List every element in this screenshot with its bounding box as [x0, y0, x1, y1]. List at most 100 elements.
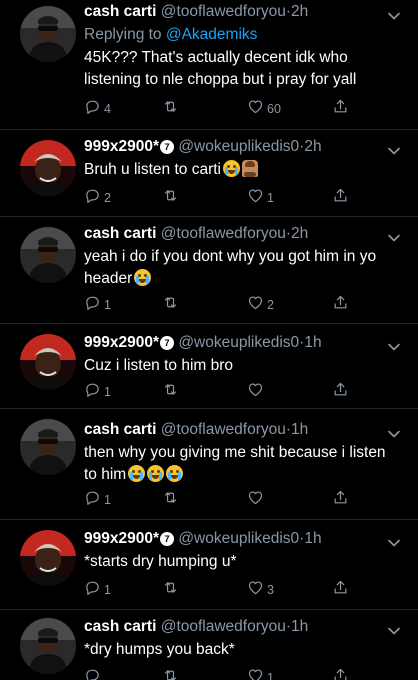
avatar[interactable]	[20, 334, 76, 390]
like-button[interactable]: 3	[247, 580, 274, 600]
chevron-down-icon[interactable]	[388, 230, 400, 242]
retweet-icon	[162, 381, 179, 403]
user-handle[interactable]: @wokeuplikedis0	[178, 334, 299, 351]
avatar[interactable]	[20, 618, 76, 674]
display-name[interactable]: cash carti	[84, 618, 156, 635]
like-button[interactable]: 2	[247, 295, 274, 315]
reply-count: 1	[104, 583, 111, 597]
share-button[interactable]	[332, 382, 349, 402]
avatar[interactable]	[20, 530, 76, 586]
reply-button[interactable]: 1	[84, 295, 111, 315]
user-handle[interactable]: @tooflawedforyou	[161, 421, 286, 438]
chevron-down-icon[interactable]	[388, 426, 400, 438]
tweet-actions: 21	[84, 188, 354, 208]
chevron-down-icon[interactable]	[388, 339, 400, 351]
avatar[interactable]	[20, 419, 76, 475]
reply-button[interactable]: 4	[84, 99, 111, 119]
display-name[interactable]: 999x2900*	[84, 530, 159, 547]
retweet-button[interactable]	[162, 382, 182, 402]
retweet-button[interactable]	[162, 668, 182, 680]
reply-count: 1	[104, 493, 111, 507]
like-button[interactable]: 1	[247, 188, 274, 208]
like-icon	[247, 579, 264, 601]
display-name[interactable]: cash carti	[84, 3, 156, 20]
tweet-header: cash carti @tooflawedforyou·1h	[84, 617, 388, 637]
timestamp[interactable]: 2h	[291, 3, 308, 20]
user-handle[interactable]: @tooflawedforyou	[161, 3, 286, 20]
tweet-header: 999x2900* 7 @wokeuplikedis0·1h	[84, 333, 388, 353]
reply-button[interactable]	[84, 668, 104, 680]
chevron-down-icon[interactable]	[388, 623, 400, 635]
retweet-icon	[162, 294, 179, 316]
reply-icon	[84, 98, 101, 120]
share-button[interactable]	[332, 668, 349, 680]
avatar[interactable]	[20, 227, 76, 283]
chevron-down-icon[interactable]	[388, 535, 400, 547]
reply-button[interactable]: 2	[84, 188, 111, 208]
share-button[interactable]	[332, 580, 349, 600]
like-button[interactable]	[247, 490, 267, 510]
user-handle[interactable]: @tooflawedforyou	[161, 225, 286, 242]
like-button[interactable]: 1	[247, 668, 274, 680]
tweet[interactable]: cash carti @tooflawedforyou·1h *dry humps…	[0, 610, 418, 680]
tweet[interactable]: 999x2900* 7 @wokeuplikedis0·1h Cuz i liste…	[0, 324, 418, 409]
tweet-actions: 1	[84, 490, 354, 510]
tweet-text: Bruh u listen to carti	[84, 159, 402, 181]
like-button[interactable]: 60	[247, 99, 281, 119]
tweet-text-content: *starts dry humping u*	[84, 553, 237, 570]
tweet-header: cash carti @tooflawedforyou·2h	[84, 2, 388, 22]
tweet-text: 45K??? That's actually decent idk who li…	[84, 47, 402, 91]
retweet-button[interactable]	[162, 295, 182, 315]
like-button[interactable]	[247, 382, 267, 402]
display-name[interactable]: 999x2900*	[84, 138, 159, 155]
retweet-icon	[162, 489, 179, 511]
share-icon	[332, 489, 349, 511]
retweet-icon	[162, 579, 179, 601]
timestamp[interactable]: 1h	[291, 421, 308, 438]
tweet-actions: 1	[84, 382, 354, 402]
chevron-down-icon[interactable]	[388, 8, 400, 20]
reply-button[interactable]: 1	[84, 580, 111, 600]
tweet[interactable]: cash carti @tooflawedforyou·1h then why y…	[0, 409, 418, 520]
share-icon	[332, 579, 349, 601]
user-handle[interactable]: @wokeuplikedis0	[178, 530, 299, 547]
timestamp[interactable]: 2h	[304, 138, 321, 155]
share-icon	[332, 98, 349, 120]
reply-button[interactable]: 1	[84, 490, 111, 510]
user-handle[interactable]: @wokeuplikedis0	[178, 138, 299, 155]
retweet-button[interactable]	[162, 580, 182, 600]
retweet-button[interactable]	[162, 188, 182, 208]
tweet-text: then why you giving me shit because i li…	[84, 442, 402, 486]
retweet-button[interactable]	[162, 99, 182, 119]
tweet[interactable]: 999x2900* 7 @wokeuplikedis0·2h Bruh u list…	[0, 130, 418, 217]
share-button[interactable]	[332, 188, 349, 208]
reply-thread: cash carti @tooflawedforyou·2h Replying t…	[0, 0, 418, 680]
tweet[interactable]: 999x2900* 7 @wokeuplikedis0·1h *starts dry…	[0, 520, 418, 610]
user-handle[interactable]: @tooflawedforyou	[161, 618, 286, 635]
display-name[interactable]: cash carti	[84, 225, 156, 242]
tweet[interactable]: cash carti @tooflawedforyou·2h Replying t…	[0, 0, 418, 130]
reply-button[interactable]: 1	[84, 382, 111, 402]
timestamp[interactable]: 1h	[291, 618, 308, 635]
timestamp[interactable]: 1h	[304, 530, 321, 547]
like-icon	[247, 98, 264, 120]
timestamp[interactable]: 1h	[304, 334, 321, 351]
avatar[interactable]	[20, 140, 76, 196]
display-name[interactable]: cash carti	[84, 421, 156, 438]
display-name[interactable]: 999x2900*	[84, 334, 159, 351]
tweet[interactable]: cash carti @tooflawedforyou·2h yeah i do …	[0, 217, 418, 324]
mention-link[interactable]: @Akademiks	[166, 26, 258, 43]
reply-count: 2	[104, 191, 111, 205]
share-button[interactable]	[332, 295, 349, 315]
like-count: 1	[267, 671, 274, 680]
reply-count: 1	[104, 298, 111, 312]
share-button[interactable]	[332, 99, 349, 119]
retweet-button[interactable]	[162, 490, 182, 510]
reply-icon	[84, 187, 101, 209]
avatar[interactable]	[20, 6, 76, 62]
like-count: 1	[267, 191, 274, 205]
share-button[interactable]	[332, 490, 349, 510]
chevron-down-icon[interactable]	[388, 143, 400, 155]
timestamp[interactable]: 2h	[291, 225, 308, 242]
reply-icon	[84, 294, 101, 316]
